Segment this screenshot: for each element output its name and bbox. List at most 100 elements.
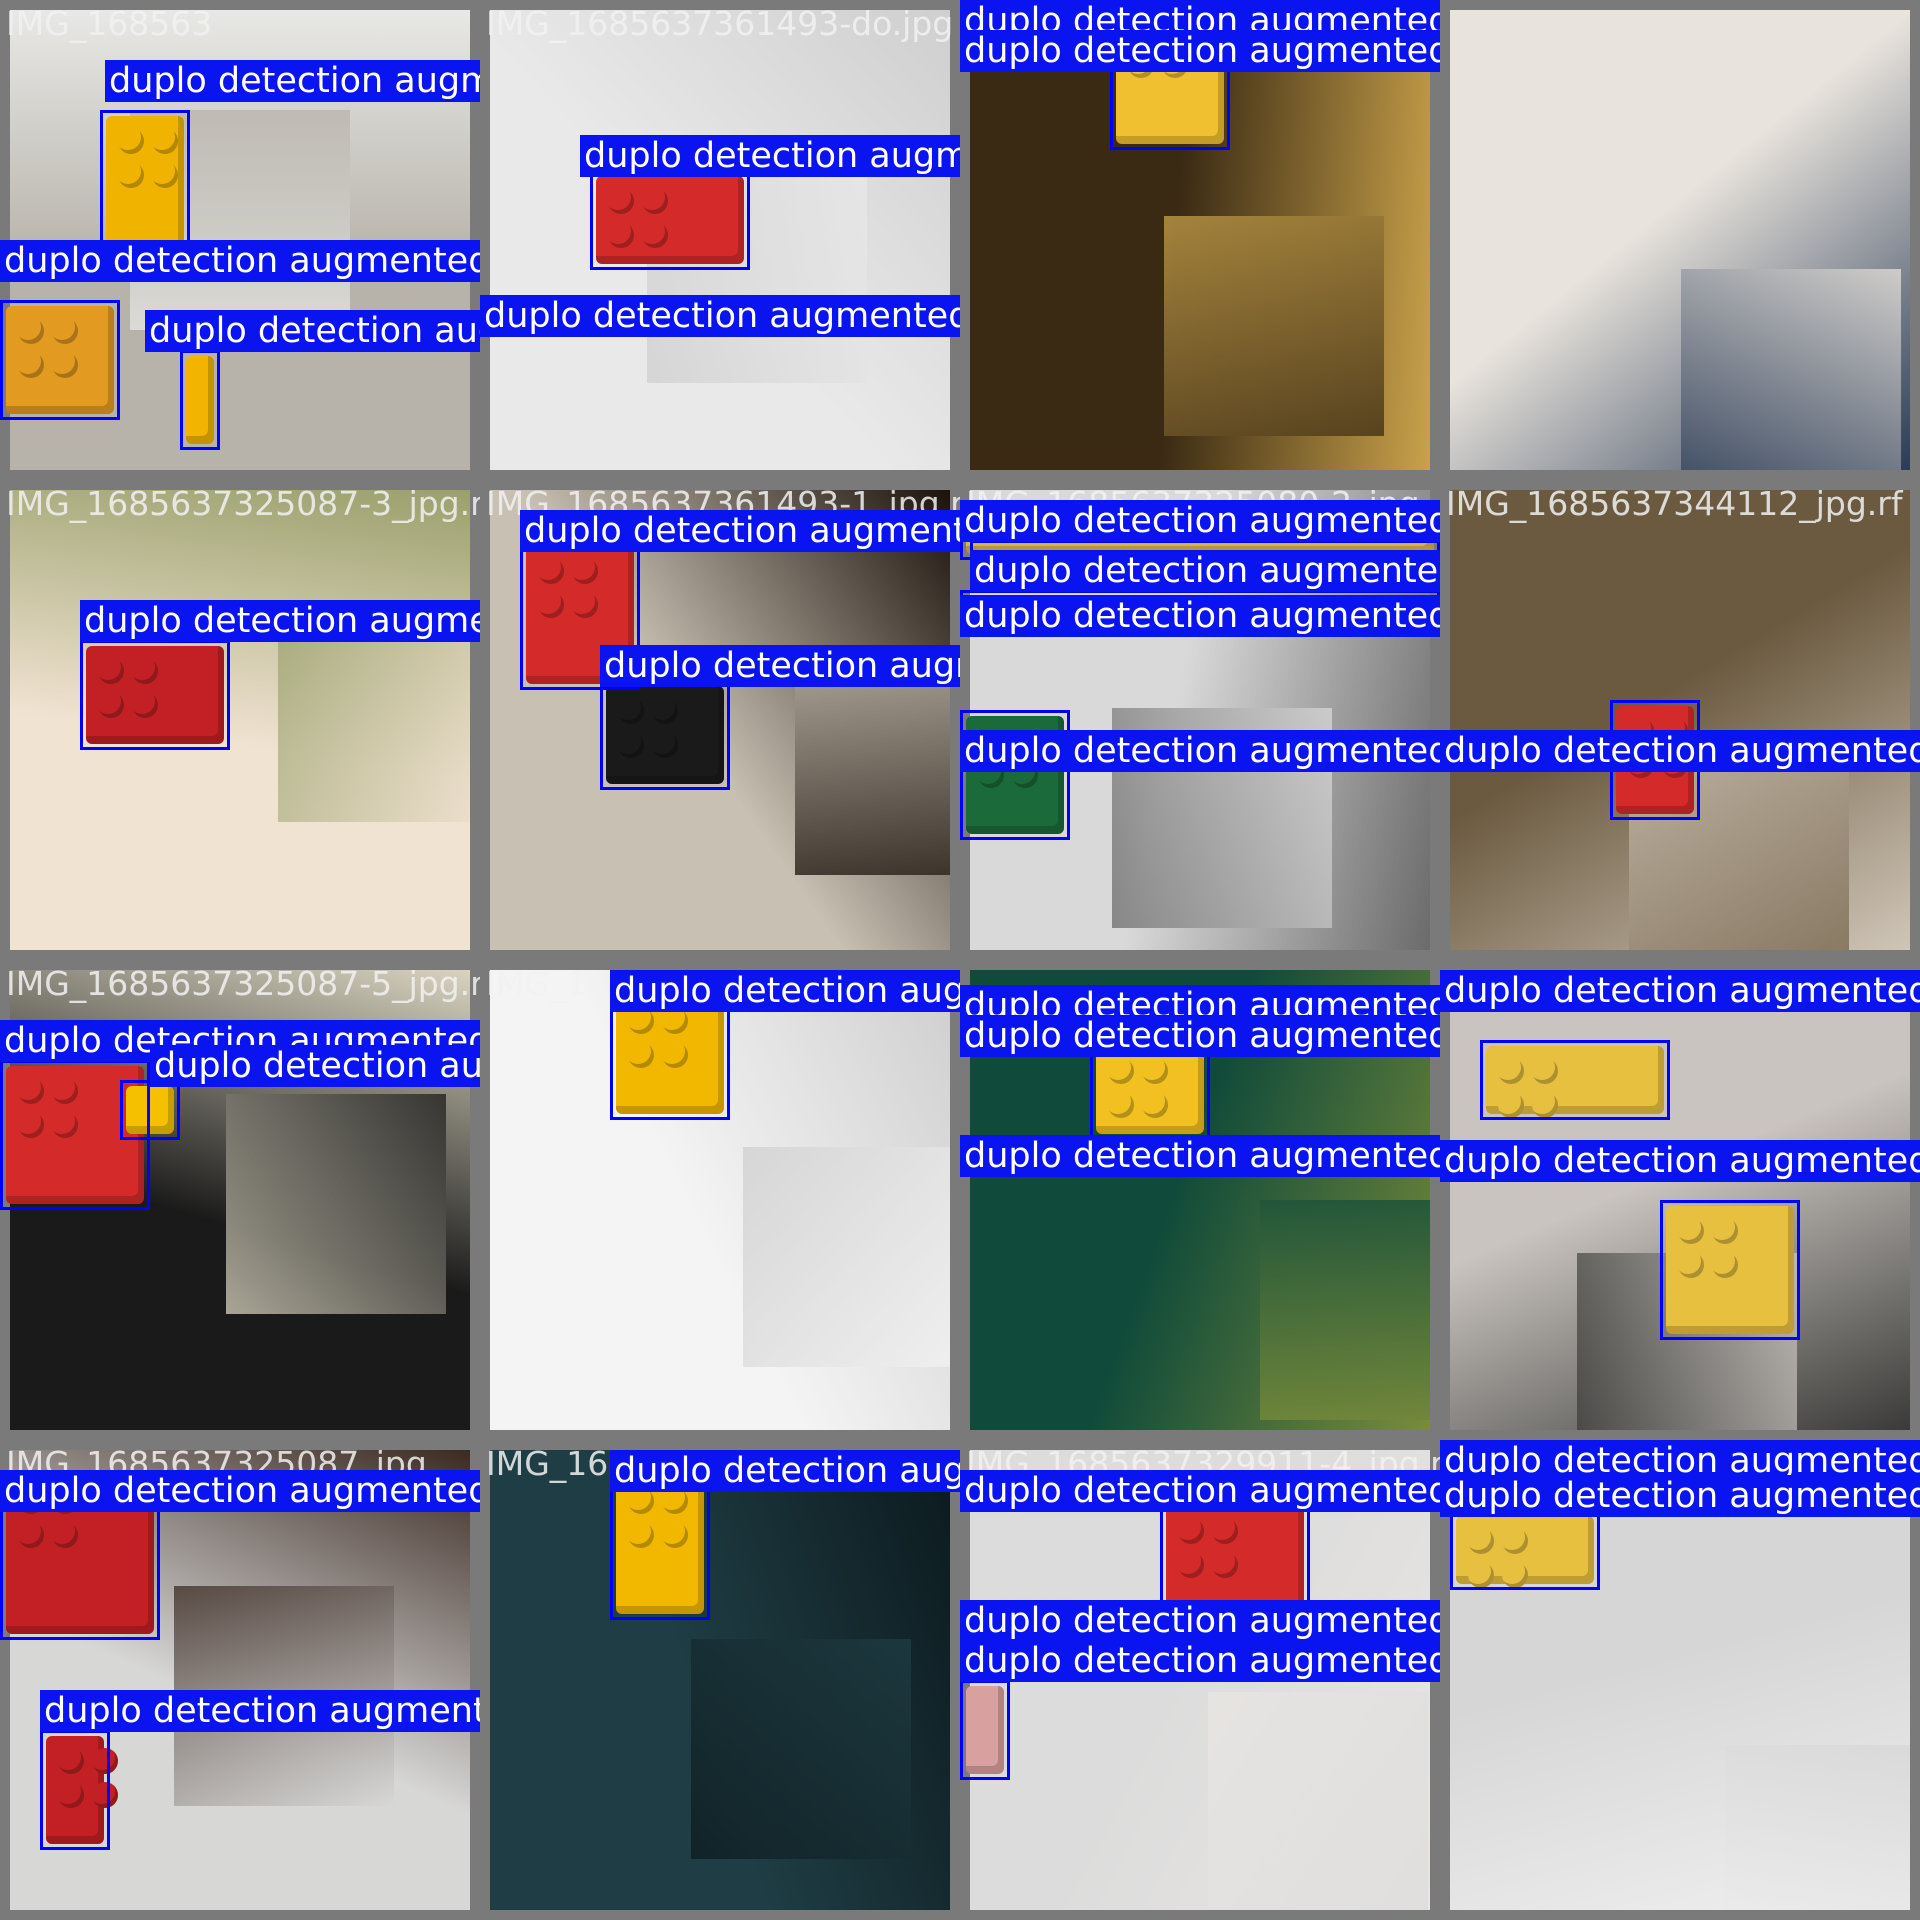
detection-label: duplo detection augmented - v1 2023-06-0… <box>960 595 1440 637</box>
detection-class-name: duplo detection augmented - v1 2023-06-0… <box>149 311 480 351</box>
mosaic-tile: IMG_1685637329911_jpgduplo detection aug… <box>480 1440 960 1920</box>
detection-class-name: duplo detection augmented - v1 2023-06-0… <box>614 1451 960 1491</box>
mosaic-tile: IMG_1685637329911-4_jpg.rf duplo detectio… <box>960 1440 1440 1920</box>
detection-class-name: duplo detection augmented - v1 2023-06-0… <box>4 1471 480 1511</box>
detection-label: duplo detection augmented - v1 2023-06-0… <box>145 310 480 352</box>
mosaic-tile: IMG_1685637344112_jpg.rfduplo detection … <box>1440 480 1920 960</box>
detection-label: duplo detection augmented - v1 2023-06-0… <box>150 1045 480 1087</box>
detection-class-name: duplo detection augmented - v1 2023-06-0… <box>964 596 1440 636</box>
mosaic-tile: IMG_1685637361493-1_jpg.rf duplo detectio… <box>480 480 960 960</box>
detection-class-name: duplo detection augmented - v1 2023-06-0… <box>84 601 480 641</box>
detection-class-name: duplo detection augmented - v1 2023-06-0… <box>974 551 1440 591</box>
mosaic-tile: IMG_1685637325087-3_jpg.rfduplo detectio… <box>0 480 480 960</box>
mosaic-subimage <box>1725 1745 1910 1910</box>
detection-class-name: duplo detection augmented - v1 2023-06-0… <box>584 136 960 176</box>
detection-label: duplo detection augmented - v1 2023-06-0… <box>960 500 1440 542</box>
mosaic-subimage <box>743 1147 950 1367</box>
detection-label: duplo detection augmented - v1 2023-06-0… <box>40 1690 480 1732</box>
detection-class-name: duplo detection augmented - v1 2023-06-0… <box>604 646 960 686</box>
mosaic-subimage <box>691 1639 911 1859</box>
mosaic-tile: IMG_1685637325087-5_jpg.rfduplo detectio… <box>0 960 480 1440</box>
detection-box <box>600 680 730 790</box>
detection-label: duplo detection augmented - v1 2023-06-0… <box>1440 1140 1920 1182</box>
detection-class-name: duplo detection augmented - v1 2023-06-0… <box>964 1471 1440 1511</box>
mosaic-tile: duplo detection augmented - v1 2023-06-0… <box>960 960 1440 1440</box>
detection-label: duplo detection augmented - v1 2023-06-0… <box>80 600 480 642</box>
detection-class-name: duplo detection augmented - v1 2023-06-0… <box>44 1691 480 1731</box>
tile-filename: IMG_168563 <box>6 4 213 43</box>
detection-class-name: duplo detection augmented - v1 2023-06-0… <box>964 1641 1440 1681</box>
tile-filename: IMG_1685637325087-5_jpg.rf <box>6 964 480 1003</box>
mosaic-tile: IMG_168563duplo detection augmented - v1… <box>0 0 480 480</box>
detection-label: duplo detection augmented - v1 2023-06-0… <box>960 1135 1440 1177</box>
detection-class-name: duplo detection augmented - v1 2023-06-0… <box>964 1016 1440 1056</box>
detection-label: duplo detection augmented - v1 2023-06-0… <box>960 30 1440 72</box>
detection-label: duplo detection augmented - v1 2023-06-0… <box>0 240 480 282</box>
detection-class-name: duplo detection augmented - v1 2023-06-0… <box>964 1136 1440 1176</box>
detection-box <box>1450 1510 1600 1590</box>
detection-class-name: duplo detection augmented - v1 2023-06-0… <box>964 1601 1440 1641</box>
detection-label: duplo detection augmented - v1 2023-06-0… <box>960 1015 1440 1057</box>
detection-box <box>1660 1200 1800 1340</box>
mosaic-subimage <box>795 655 950 875</box>
mosaic-tile <box>1440 0 1920 480</box>
detection-label: duplo detection augmented - v1 2023-06-0… <box>610 970 960 1012</box>
mosaic-subimage <box>1208 1692 1428 1910</box>
detection-class-name: duplo detection augmented - v1 2023-06-0… <box>1444 971 1920 1011</box>
detection-label: duplo detection augmented - v1 2023-06-0… <box>520 510 960 552</box>
mosaic-subimage <box>1681 269 1901 470</box>
detection-label: duplo detection augmented - v1 2023-06-0… <box>1440 1475 1920 1517</box>
detection-box <box>960 1680 1010 1780</box>
mosaic-grid: IMG_168563duplo detection augmented - v1… <box>0 0 1920 1920</box>
mosaic-tile: IMG_1685637325080-2_jpgduplo detection a… <box>960 480 1440 960</box>
detection-box <box>120 1080 180 1140</box>
mosaic-tile: duplo detection augmented - v1 2023-06-0… <box>1440 960 1920 1440</box>
detection-box <box>180 350 220 450</box>
detection-class-name: duplo detection augmented - v1 2023-06-0… <box>524 511 960 551</box>
detection-class-name: duplo detection augmented - v1 2023-06-0… <box>1444 1476 1920 1516</box>
detection-label: duplo detection augmented - v1 2023-06-0… <box>0 1470 480 1512</box>
detection-class-name: duplo detection augmented - v1 2023-06-0… <box>614 971 960 1011</box>
detection-label: duplo detection augmented - v1 2023-06-0… <box>960 1640 1440 1682</box>
detection-class-name: duplo detection augmented - v1 2023-06-0… <box>154 1046 480 1086</box>
detection-class-name: duplo detection augmented - v1 2023-06-0… <box>964 31 1440 71</box>
detection-box <box>0 300 120 420</box>
mosaic-subimage <box>1260 1200 1430 1420</box>
mosaic-tile: IMG_1685637361493-do.jpgduplo detection … <box>480 0 960 480</box>
detection-label: duplo detection augmented - v1 2023-06-0… <box>970 550 1440 592</box>
detection-class-name: duplo detection augmented - v1 2023-06-0… <box>964 501 1440 541</box>
mosaic-tile: duplo detection augmented - v1 2023-06-0… <box>960 0 1440 480</box>
detection-class-name: duplo detection augmented - v1 2023-06-0… <box>1444 731 1920 771</box>
detection-class-name: duplo detection augmented - v1 2023-06-0… <box>109 61 480 101</box>
detection-label: duplo detection augmented - v1 2023-06-0… <box>1440 730 1920 772</box>
detection-box <box>590 170 750 270</box>
detection-class-name: duplo detection augmented - v1 2023-06-0… <box>964 731 1440 771</box>
mosaic-tile: IMG_1685637344112duplo detection augment… <box>1440 1440 1920 1920</box>
detection-label: duplo detection augmented - v1 2023-06-0… <box>1440 970 1920 1012</box>
detection-label: duplo detection augmented - v1 2023-06-0… <box>610 1450 960 1492</box>
detection-label: duplo detection augmented - v1 2023-06-0… <box>105 60 480 102</box>
mosaic-subimage <box>226 1094 446 1314</box>
detection-class-name: duplo detection augmented - v1 2023-06-0… <box>4 241 480 281</box>
detection-label: duplo detection augmented - v1 2023-06-0… <box>960 730 1440 772</box>
detection-box <box>610 1470 710 1620</box>
detection-label: duplo detection augmented - v1 2023-06-0… <box>960 1470 1440 1512</box>
tile-photo <box>490 1450 950 1910</box>
detection-box <box>1480 1040 1670 1120</box>
detection-box <box>80 640 230 750</box>
mosaic-tile: IMG_1685637325087_jpg duplo detection aug… <box>0 1440 480 1920</box>
detection-label: duplo detection augmented - v1 2023-06-0… <box>580 135 960 177</box>
mosaic-subimage <box>1164 216 1384 436</box>
tile-photo <box>10 490 470 950</box>
tile-filename: IMG_1685637325087-3_jpg.rf <box>6 484 480 523</box>
detection-box <box>40 1730 110 1850</box>
detection-class-name: duplo detection augmented - v1 2023-06-0… <box>484 296 960 336</box>
tile-filename: IMG_1685637361493-do.jpg <box>486 4 954 43</box>
detection-label: duplo detection augmented - v1 2023-06-0… <box>600 645 960 687</box>
detection-label: duplo detection augmented - v1 2023-06-0… <box>960 1600 1440 1642</box>
detection-label: duplo detection augmented - v1 2023-06-0… <box>480 295 960 337</box>
mosaic-tile: IMG_1685637314duplo detection augmented … <box>480 960 960 1440</box>
tile-photo <box>1450 10 1910 470</box>
tile-filename: IMG_1685637344112_jpg.rf <box>1446 484 1903 523</box>
detection-class-name: duplo detection augmented - v1 2023-06-0… <box>1444 1141 1920 1181</box>
